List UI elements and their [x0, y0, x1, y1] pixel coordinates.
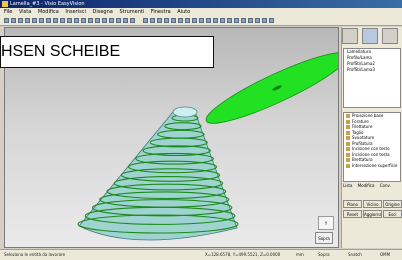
menu-tools[interactable]: Strumenti	[119, 9, 144, 15]
menu-view[interactable]: Vista	[19, 9, 31, 15]
panel-tabs: Lista Modifica Conv.	[343, 183, 401, 189]
tool-icon	[346, 136, 350, 140]
toolbar-button-icon[interactable]	[269, 18, 274, 23]
toolbar-button-icon[interactable]	[46, 18, 51, 23]
status-mode: Snatch	[348, 252, 362, 257]
toolbar-button-icon[interactable]	[241, 18, 246, 23]
toolbar-button-icon[interactable]	[74, 18, 79, 23]
tool-item[interactable]: Intersezione superficie	[344, 163, 400, 169]
toolbar-button-icon[interactable]	[157, 18, 162, 23]
toolbar-button-icon[interactable]	[116, 18, 121, 23]
view-top-button[interactable]: Sopra	[315, 232, 333, 244]
toolbar-button-icon[interactable]	[4, 18, 9, 23]
tool-icon	[346, 147, 350, 151]
status-bar: Seleziona le entità da lavorare X=128.65…	[0, 249, 402, 260]
toolbar-button-icon[interactable]	[206, 18, 211, 23]
toolbar-button-icon[interactable]	[171, 18, 176, 23]
tab-conv[interactable]: Conv.	[380, 183, 391, 189]
toolbar-button-icon[interactable]	[220, 18, 225, 23]
toolbar-button-icon[interactable]	[185, 18, 190, 23]
toolbar-button-icon[interactable]	[150, 18, 155, 23]
menu-window[interactable]: Finestra	[151, 9, 171, 15]
toolbar-button-icon[interactable]	[88, 18, 93, 23]
tool-icon	[346, 119, 350, 124]
toolbar-button-icon[interactable]	[32, 18, 37, 23]
tool-icon	[346, 141, 350, 146]
toolbar-button-icon[interactable]	[130, 18, 135, 23]
menu-draw[interactable]: Disegna	[93, 9, 113, 15]
toolbar-button-icon[interactable]	[213, 18, 218, 23]
cone-top	[172, 106, 198, 118]
toolbar-button-icon[interactable]	[102, 18, 107, 23]
status-snap: Sopra	[318, 252, 330, 257]
status-extra: OMM	[380, 252, 391, 257]
window-title: Lamella_#3 - Visio EasyVision	[10, 1, 85, 7]
toolbar-button-icon[interactable]	[18, 18, 23, 23]
toolbar-button-icon[interactable]	[178, 18, 183, 23]
tab-brush-icon[interactable]	[342, 28, 358, 44]
menu-file[interactable]: File	[4, 9, 12, 15]
plane-button[interactable]: Piano	[343, 200, 362, 208]
toolbar-button-icon[interactable]	[248, 18, 253, 23]
title-bar: Lamella_#3 - Visio EasyVision	[0, 0, 402, 8]
tool-icon	[346, 125, 350, 129]
annotation-label: HSEN SCHEIBE	[0, 36, 214, 68]
menu-bar: File Vista Modifica Inserisci Disegna St…	[0, 8, 402, 16]
status-coords: X=128.6578, Y=499.5521, Z=0.0000	[205, 252, 281, 257]
menu-insert[interactable]: Inserisci	[65, 9, 86, 15]
app-icon	[2, 1, 8, 7]
tab-edit[interactable]: Modifica	[358, 183, 375, 189]
toolbar-button-icon[interactable]	[143, 18, 148, 23]
toolbar-button-icon[interactable]	[11, 18, 16, 23]
green-disc	[205, 52, 338, 124]
tool-list: Proiezione base Forature Filettature Tag…	[343, 112, 401, 182]
axis-indicator: Y	[318, 216, 334, 230]
update-button[interactable]: Aggiorna	[363, 210, 382, 218]
toolbar-button-icon[interactable]	[95, 18, 100, 23]
toolbar-button-icon[interactable]	[227, 18, 232, 23]
toolbar-button-icon[interactable]	[262, 18, 267, 23]
tree-item[interactable]: ProfSti/Lama3	[344, 67, 400, 73]
tool-icon	[346, 130, 350, 135]
toolbar-button-icon[interactable]	[81, 18, 86, 23]
toolbar-button-icon[interactable]	[123, 18, 128, 23]
reset-button[interactable]: Reset	[343, 210, 362, 218]
tool-icon	[346, 114, 350, 118]
panel-mode-tabs	[342, 28, 402, 44]
tool-icon	[346, 152, 350, 157]
toolbar-button-icon[interactable]	[67, 18, 72, 23]
toolbar-button-icon[interactable]	[60, 18, 65, 23]
toolbar-button-icon[interactable]	[199, 18, 204, 23]
tool-icon	[346, 158, 350, 162]
model-tree: Lamellatura Profilo/Lama ProfSti/Lama2 P…	[343, 48, 401, 108]
toolbar-button-icon[interactable]	[25, 18, 30, 23]
menu-help[interactable]: Aiuto	[177, 9, 190, 15]
toolbar-button-icon[interactable]	[255, 18, 260, 23]
tab-tool-icon[interactable]	[382, 28, 398, 44]
menu-edit[interactable]: Modifica	[38, 9, 59, 15]
exit-button[interactable]: Esci	[383, 210, 402, 218]
toolbar-button-icon[interactable]	[53, 18, 58, 23]
toolbar-button-icon[interactable]	[164, 18, 169, 23]
toolbar-button-icon[interactable]	[39, 18, 44, 23]
tab-list[interactable]: Lista	[343, 183, 352, 189]
toolbar-button-icon[interactable]	[192, 18, 197, 23]
status-unit: mm	[296, 252, 304, 257]
tool-icon	[346, 163, 350, 168]
near-button[interactable]: Vicino	[363, 200, 382, 208]
origin-button[interactable]: Origine	[383, 200, 402, 208]
toolbar-button-icon[interactable]	[109, 18, 114, 23]
tab-part-icon[interactable]	[362, 28, 378, 44]
toolbar-button-icon[interactable]	[234, 18, 239, 23]
status-hint: Seleziona le entità da lavorare	[4, 252, 66, 257]
